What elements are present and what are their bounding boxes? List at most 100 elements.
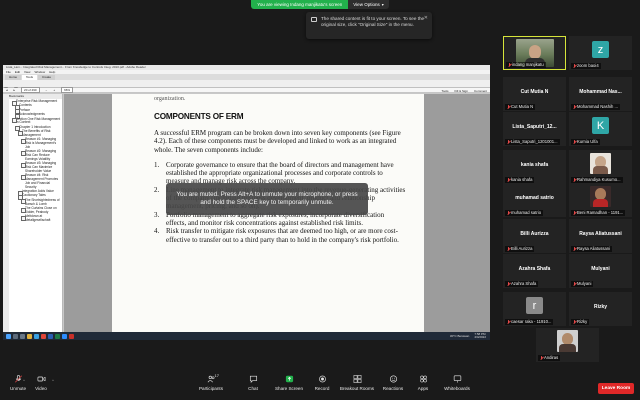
tools-pane-button[interactable]: Tools bbox=[441, 89, 448, 93]
participant-name-label: Billi Aurizza bbox=[505, 246, 535, 252]
bookmark-item[interactable]: Meltdown at Metallgesellschaft bbox=[9, 214, 62, 223]
participant-video bbox=[590, 186, 611, 207]
prev-page-icon[interactable]: ◂ bbox=[6, 88, 8, 92]
bookmark-item[interactable]: Enterprise Risk Management bbox=[9, 99, 62, 106]
next-page-icon[interactable]: ▸ bbox=[14, 88, 16, 92]
participant-video bbox=[557, 330, 578, 352]
participant-name: indang manjikatu bbox=[512, 62, 544, 67]
list-item-number: 2. bbox=[154, 185, 160, 194]
search-icon[interactable] bbox=[13, 333, 18, 339]
zoom-in-icon[interactable]: + bbox=[53, 88, 55, 92]
share-screen-icon bbox=[285, 375, 293, 383]
file-explorer-icon[interactable] bbox=[27, 333, 32, 339]
participant-name: Raysa Aliatussani bbox=[577, 246, 611, 251]
avatar: z bbox=[592, 41, 609, 58]
acrobat-icon[interactable] bbox=[69, 333, 74, 339]
video-button[interactable]: Video bbox=[20, 375, 62, 397]
participant-name: Lista_Saputri_1201001... bbox=[511, 139, 558, 144]
participant-name-label: Azahra Shafa bbox=[505, 281, 539, 287]
participant-tile[interactable]: kania shafa kania shafa bbox=[503, 150, 566, 184]
participant-name-label: Beni Ramadhan - 1191... bbox=[571, 210, 626, 216]
participant-tile[interactable]: Rahmandiya Kusumo... bbox=[569, 150, 632, 184]
microphone-muted-icon bbox=[507, 211, 510, 215]
excel-icon[interactable] bbox=[55, 333, 60, 339]
participant-name-label: Raysa Aliatussani bbox=[571, 246, 613, 252]
microphone-muted-icon bbox=[540, 356, 543, 360]
page-field[interactable]: 20 of 490 bbox=[21, 87, 40, 93]
microphone-muted-icon bbox=[573, 64, 576, 68]
participant-tile[interactable]: Rizky Rizky bbox=[569, 292, 632, 326]
section-heading: Components of ERM bbox=[154, 112, 244, 121]
bookmark-item[interactable]: Reason #4: Risk Management Promotes Job … bbox=[9, 173, 62, 189]
participant-name-label: Mulyani bbox=[571, 281, 594, 287]
record-icon bbox=[318, 375, 326, 383]
participants-icon: 17 bbox=[207, 373, 219, 383]
reader-toolbar bbox=[3, 80, 490, 91]
participant-display-name: muhamad satrio bbox=[515, 195, 554, 201]
participant-display-name: Billi Aurizza bbox=[520, 231, 549, 237]
reader-right-tools: Tools Fill & Sign Comment bbox=[441, 88, 487, 93]
browser-icon[interactable] bbox=[34, 333, 39, 339]
shared-screen[interactable]: Lista_Lam... Integrated Risk Management.… bbox=[3, 65, 490, 340]
participant-tile[interactable]: Billi Aurizza Billi Aurizza bbox=[503, 219, 566, 253]
screen-icon bbox=[311, 17, 317, 22]
list-item-number: 1. bbox=[154, 160, 160, 169]
participant-tile[interactable]: Cut Mutia N Cut Mutia N bbox=[503, 77, 566, 111]
list-item-number: 4. bbox=[154, 227, 160, 236]
word-icon[interactable] bbox=[48, 333, 53, 339]
participant-name-label: zoom baoi4 bbox=[571, 63, 601, 69]
clock-date: 4/4/2022 bbox=[474, 335, 486, 339]
microphone-muted-icon bbox=[573, 247, 576, 251]
bookmarks-panel: Bookmarks Enterprise Risk Management Cont… bbox=[3, 94, 63, 332]
participants-button[interactable]: 17 Participants bbox=[190, 373, 232, 397]
zoom-window: You are viewing Indang manjikatu's scree… bbox=[0, 0, 640, 400]
microphone-muted-icon bbox=[573, 105, 576, 109]
record-label: Record bbox=[314, 386, 330, 391]
bookmark-item[interactable]: Reason #3: Managing Risk Can Maximize Sh… bbox=[9, 161, 62, 173]
participant-tile[interactable]: Raysa Aliatussani Raysa Aliatussani bbox=[569, 219, 632, 253]
close-icon[interactable]: ✕ bbox=[424, 15, 428, 21]
participant-tile[interactable]: Mohammad Nas... Mohammad Nashih ... bbox=[569, 77, 632, 111]
participant-name-label: Kurnia Ulfa bbox=[571, 139, 600, 145]
microphone-muted-icon bbox=[507, 247, 510, 251]
windows-start-icon[interactable] bbox=[6, 333, 11, 339]
whiteboards-button[interactable]: Whiteboards bbox=[436, 375, 478, 397]
leave-room-button[interactable]: Leave Room bbox=[598, 383, 634, 394]
participant-tile[interactable]: Mulyani Mulyani bbox=[569, 254, 632, 288]
fill-sign-button[interactable]: Fill & Sign bbox=[454, 89, 468, 93]
participant-tile[interactable]: Lista_Saputri_12... Lista_Saputri_1201001… bbox=[503, 112, 566, 146]
participant-tile[interactable]: Azahra Shafa Azahra Shafa bbox=[503, 254, 566, 288]
participant-tile[interactable]: r caesar raka - 11910... bbox=[503, 292, 566, 326]
participant-tile[interactable]: Beni Ramadhan - 1191... bbox=[569, 183, 632, 217]
participant-display-name: kania shafa bbox=[520, 162, 549, 168]
participant-name: Andiras bbox=[544, 355, 559, 360]
microphone-muted-icon bbox=[507, 105, 510, 109]
video-options-caret[interactable]: ^ bbox=[52, 378, 54, 383]
component-list-item: 4. Risk transfer to mitigate risk exposur… bbox=[154, 227, 406, 244]
zoom-app-icon[interactable] bbox=[62, 333, 67, 339]
participant-tile[interactable]: K Kurnia Ulfa bbox=[569, 112, 632, 146]
zoom-field[interactable]: 66% bbox=[61, 87, 74, 93]
avatar: r bbox=[526, 297, 543, 314]
bookmark-item[interactable]: Reason #2: Managing Risk Can Reduce Earn… bbox=[9, 149, 62, 161]
microphone-muted-icon bbox=[573, 178, 576, 182]
view-options-button[interactable]: View Options ▾ bbox=[348, 0, 389, 9]
participant-tile[interactable]: muhamad satrio muhamad satrio bbox=[503, 183, 566, 217]
intro-paragraph: A successful ERM program can be broken d… bbox=[154, 129, 401, 154]
participant-tile[interactable]: z zoom baoi4 bbox=[569, 36, 632, 70]
bookmark-list: Enterprise Risk Management Contents Prefac… bbox=[9, 99, 62, 223]
chrome-icon[interactable] bbox=[41, 333, 46, 339]
comment-button[interactable]: Comment bbox=[474, 89, 487, 93]
participant-name-label: Mohammad Nashih ... bbox=[571, 104, 620, 110]
participant-tile[interactable]: indang manjikatu bbox=[503, 36, 566, 70]
zoom-out-icon[interactable]: − bbox=[46, 88, 48, 92]
fit-screen-notice-text: The shared content is fit to your screen… bbox=[321, 16, 425, 27]
bookmark-item[interactable]: Reason #1: Managing Risk is Management's… bbox=[9, 137, 62, 149]
participant-tile[interactable]: Andiras bbox=[536, 328, 599, 362]
microphone-muted-icon bbox=[573, 211, 576, 215]
task-view-icon[interactable] bbox=[20, 333, 25, 339]
list-item-number: 3. bbox=[154, 210, 160, 219]
weather-text[interactable]: 30°C Berawan bbox=[450, 334, 469, 338]
clock[interactable]: 7:58 PM 4/4/2022 bbox=[474, 332, 486, 340]
bookmark-item[interactable]: Contents bbox=[9, 104, 62, 110]
